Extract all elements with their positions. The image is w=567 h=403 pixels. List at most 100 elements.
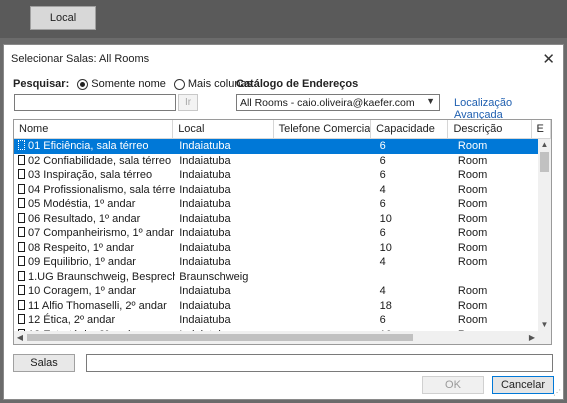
cell-local: Indaiatuba xyxy=(179,299,231,312)
room-icon xyxy=(18,299,25,310)
cell-local: Indaiatuba xyxy=(179,256,231,268)
cell-capacity: 6 xyxy=(379,169,386,181)
cell-capacity: 10 xyxy=(379,241,392,254)
cell-local: Indaiatuba xyxy=(179,212,231,225)
ok-button[interactable]: OK xyxy=(422,376,484,394)
radio-name-only[interactable]: Somente nome xyxy=(77,78,166,90)
room-name: 09 Equilibrio, 1º andar xyxy=(28,256,136,268)
rooms-list: Nome Local Telefone Comercial Capacidade Des… xyxy=(13,119,552,345)
cell-phone xyxy=(277,197,376,212)
room-icon xyxy=(18,270,25,281)
room-name: 11 Alfio Thomaselli, 2º andar xyxy=(28,299,167,312)
column-header[interactable]: Nome xyxy=(14,120,174,138)
column-header[interactable]: Telefone Comercial xyxy=(274,120,372,138)
cell-description: Room xyxy=(457,314,488,326)
table-row[interactable]: 10 Coragem, 1º andar Indaiatuba 4 Room xyxy=(14,284,538,299)
column-header[interactable]: Descrição xyxy=(448,120,532,138)
cell-local: Indaiatuba xyxy=(179,198,231,210)
room-name: 01 Eficiência, sala térreo xyxy=(28,140,149,152)
advanced-find-link[interactable]: Localização Avançada xyxy=(454,97,563,121)
table-row[interactable]: 09 Equilibrio, 1º andar Indaiatuba 4 Room xyxy=(14,255,538,270)
select-rooms-dialog: Selecionar Salas: All Rooms ✕ Pesquisar:… xyxy=(3,44,564,400)
list-header: Nome Local Telefone Comercial Capacidade Des… xyxy=(14,120,551,139)
cancel-button[interactable]: Cancelar xyxy=(492,376,554,394)
cell-description: Room xyxy=(457,154,488,167)
scroll-thumb[interactable] xyxy=(540,152,549,172)
room-icon xyxy=(18,227,25,237)
room-name: 10 Coragem, 1º andar xyxy=(28,285,136,297)
cell-local: Indaiatuba xyxy=(179,169,231,181)
cell-phone xyxy=(277,226,376,241)
cell-local: Indaiatuba xyxy=(179,140,231,152)
cell-capacity: 6 xyxy=(379,140,386,152)
cell-description: Room xyxy=(457,140,488,152)
scroll-down-icon[interactable]: ▼ xyxy=(538,319,551,331)
cell-phone xyxy=(277,241,376,256)
room-icon xyxy=(18,183,25,194)
cell-phone xyxy=(277,284,376,299)
table-row[interactable]: 07 Companheirismo, 1º andar Indaiatuba 6 Ro… xyxy=(14,226,538,241)
vertical-scrollbar[interactable]: ▲ ▼ xyxy=(538,139,551,331)
table-row[interactable]: 06 Resultado, 1º andar Indaiatuba 10 Room xyxy=(14,212,538,227)
table-row[interactable]: 11 Alfio Thomaselli, 2º andar Indaiatuba 1… xyxy=(14,299,538,314)
room-name: 02 Confiabilidade, sala térreo xyxy=(28,154,172,167)
table-row[interactable]: 12 Ética, 2º andar Indaiatuba 6 Room xyxy=(14,313,538,328)
address-book-select[interactable]: All Rooms - caio.oliveira@kaefer.com ▼ xyxy=(236,94,440,111)
cell-description xyxy=(454,270,538,285)
rooms-button[interactable]: Salas xyxy=(13,354,75,372)
cell-description: Room xyxy=(457,169,488,181)
cell-capacity: 6 xyxy=(379,227,386,239)
room-name: 12 Ética, 2º andar xyxy=(28,314,116,326)
dialog-title: Selecionar Salas: All Rooms xyxy=(11,53,150,65)
cell-name: 09 Equilibrio, 1º andar xyxy=(14,255,175,270)
resize-grip-icon[interactable]: ⋰ xyxy=(553,388,561,397)
room-name: 07 Companheirismo, 1º andar xyxy=(28,227,174,239)
search-input[interactable] xyxy=(14,94,176,111)
cell-capacity: 4 xyxy=(379,183,386,196)
cell-name: 03 Inspiração, sala térreo xyxy=(14,168,175,183)
table-row[interactable]: 01 Eficiência, sala térreo Indaiatuba 6 Roo… xyxy=(14,139,538,154)
cell-name: 08 Respeito, 1º andar xyxy=(14,241,175,256)
column-header[interactable]: E xyxy=(532,120,551,138)
list-rows: 01 Eficiência, sala térreo Indaiatuba 6 Roo… xyxy=(14,139,538,344)
table-row[interactable]: 1.UG Braunschweig, Besprechun... Braunsch… xyxy=(14,270,538,285)
cell-phone xyxy=(277,255,376,270)
scroll-left-icon[interactable]: ◀ xyxy=(14,331,26,344)
table-row[interactable]: 02 Confiabilidade, sala térreo Indaiatuba… xyxy=(14,154,538,169)
column-header[interactable]: Capacidade xyxy=(371,120,449,138)
chevron-down-icon: ▼ xyxy=(426,96,435,106)
address-book-label: Catálogo de Endereços xyxy=(236,78,359,90)
table-row[interactable]: 04 Profissionalismo, sala térreo Indaiatu… xyxy=(14,183,538,198)
cell-description: Room xyxy=(457,241,488,254)
table-row[interactable]: 05 Modéstia, 1º andar Indaiatuba 6 Room xyxy=(14,197,538,212)
cell-phone xyxy=(277,270,376,285)
cell-capacity: 6 xyxy=(379,154,386,167)
room-icon xyxy=(18,241,25,252)
cell-phone xyxy=(277,183,376,198)
cell-name: 01 Eficiência, sala térreo xyxy=(14,139,175,154)
close-icon[interactable]: ✕ xyxy=(542,50,555,68)
rooms-field[interactable] xyxy=(86,354,553,372)
horizontal-scrollbar[interactable]: ◀ ▶ xyxy=(14,331,538,344)
room-icon xyxy=(18,140,25,150)
cell-local: Indaiatuba xyxy=(179,241,231,254)
column-header[interactable]: Local xyxy=(173,120,274,138)
cell-local: Indaiatuba xyxy=(179,314,231,326)
cell-phone xyxy=(277,154,376,169)
local-button[interactable]: Local xyxy=(30,6,96,30)
go-button[interactable]: Ir xyxy=(178,94,198,111)
room-icon xyxy=(18,212,25,223)
cell-name: 11 Alfio Thomaselli, 2º andar xyxy=(14,299,175,314)
cell-local: Indaiatuba xyxy=(179,154,231,167)
scroll-up-icon[interactable]: ▲ xyxy=(538,139,551,151)
cell-capacity: 6 xyxy=(379,198,386,210)
cell-name: 1.UG Braunschweig, Besprechun... xyxy=(14,270,175,285)
table-row[interactable]: 08 Respeito, 1º andar Indaiatuba 10 Room xyxy=(14,241,538,256)
table-row[interactable]: 03 Inspiração, sala térreo Indaiatuba 6 Roo… xyxy=(14,168,538,183)
radio-name-only-label: Somente nome xyxy=(91,78,166,90)
cell-phone xyxy=(277,139,376,154)
cell-name: 06 Resultado, 1º andar xyxy=(14,212,175,227)
cell-description: Room xyxy=(457,256,488,268)
scroll-right-icon[interactable]: ▶ xyxy=(526,331,538,344)
hscroll-thumb[interactable] xyxy=(27,334,413,341)
